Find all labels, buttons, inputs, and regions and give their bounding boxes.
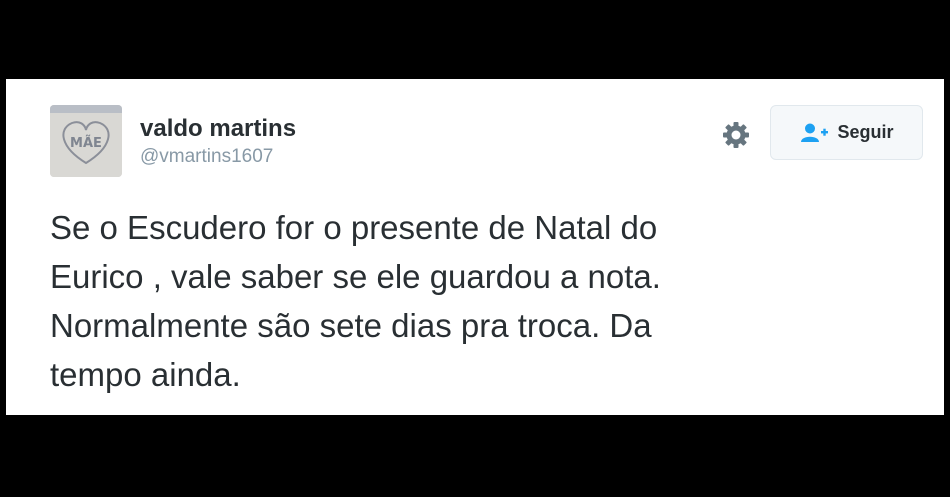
gear-icon-graphic — [723, 122, 749, 148]
avatar-text: MÃE — [70, 135, 102, 151]
person-add-icon — [801, 123, 829, 142]
follow-button[interactable]: Seguir — [770, 105, 923, 160]
user-info: valdo martins @vmartins1607 — [140, 115, 296, 169]
display-name[interactable]: valdo martins — [140, 115, 296, 143]
screenshot-frame: MÃE valdo martins @vmartins1607 Seguir S… — [0, 0, 950, 497]
tweet-card: MÃE valdo martins @vmartins1607 Seguir S… — [6, 79, 944, 415]
user-handle[interactable]: @vmartins1607 — [140, 145, 296, 169]
avatar[interactable]: MÃE — [50, 105, 122, 177]
avatar-image: MÃE — [50, 105, 122, 177]
tweet-text: Se o Escudero for o presente de Natal do… — [50, 209, 661, 393]
gear-icon[interactable] — [720, 119, 752, 151]
follow-label: Seguir — [837, 122, 894, 142]
